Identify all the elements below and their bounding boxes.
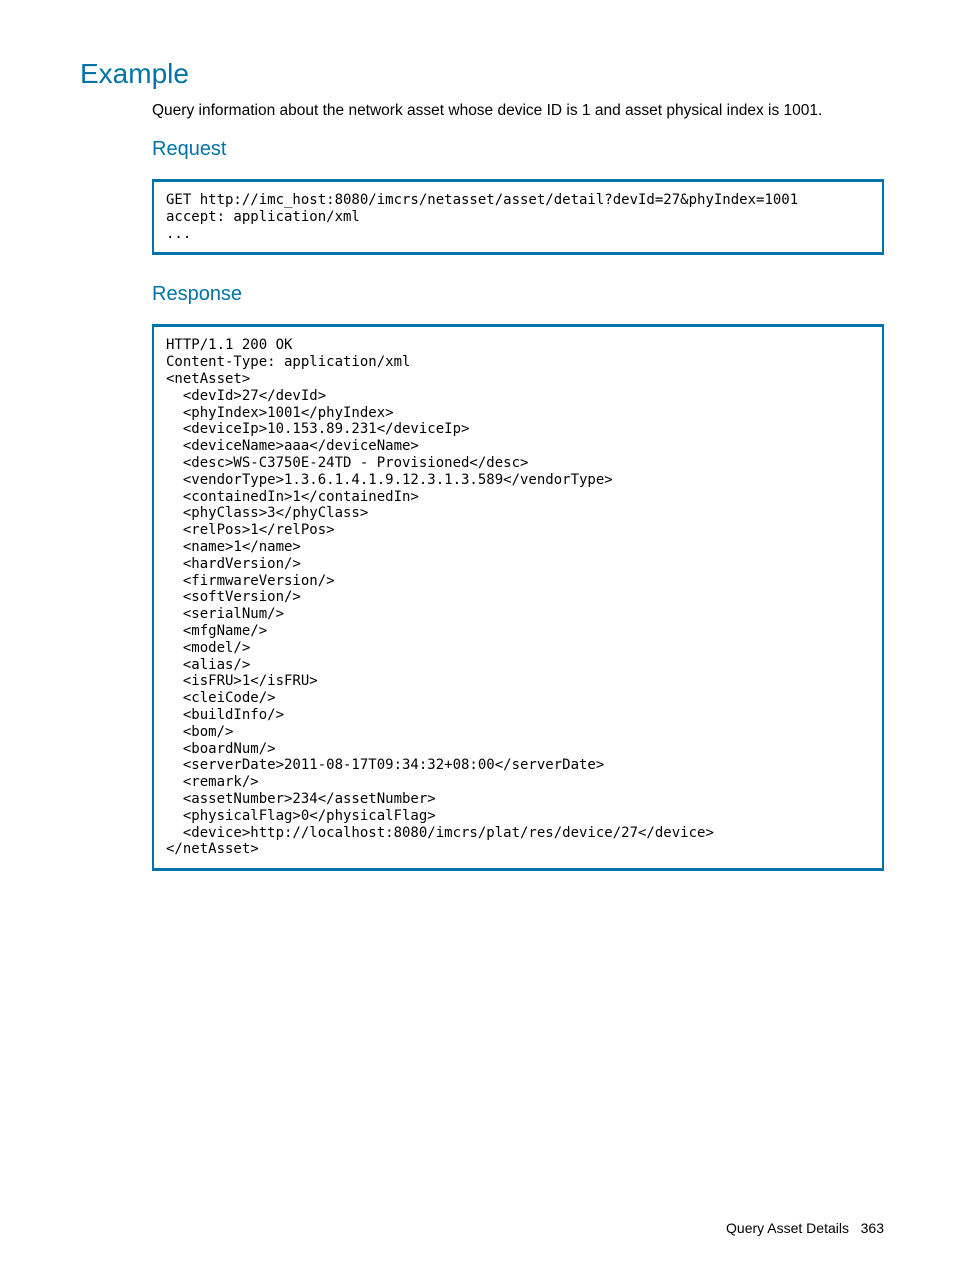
response-code-block: HTTP/1.1 200 OK Content-Type: applicatio…: [152, 324, 884, 871]
footer-section-title: Query Asset Details: [726, 1220, 849, 1236]
footer-page-number: 363: [861, 1220, 884, 1236]
page-footer: Query Asset Details 363: [726, 1220, 884, 1236]
request-heading: Request: [152, 138, 884, 161]
request-code-block: GET http://imc_host:8080/imcrs/netasset/…: [152, 179, 884, 255]
example-description: Query information about the network asse…: [152, 102, 884, 120]
response-heading: Response: [152, 283, 884, 306]
example-heading: Example: [80, 58, 884, 90]
